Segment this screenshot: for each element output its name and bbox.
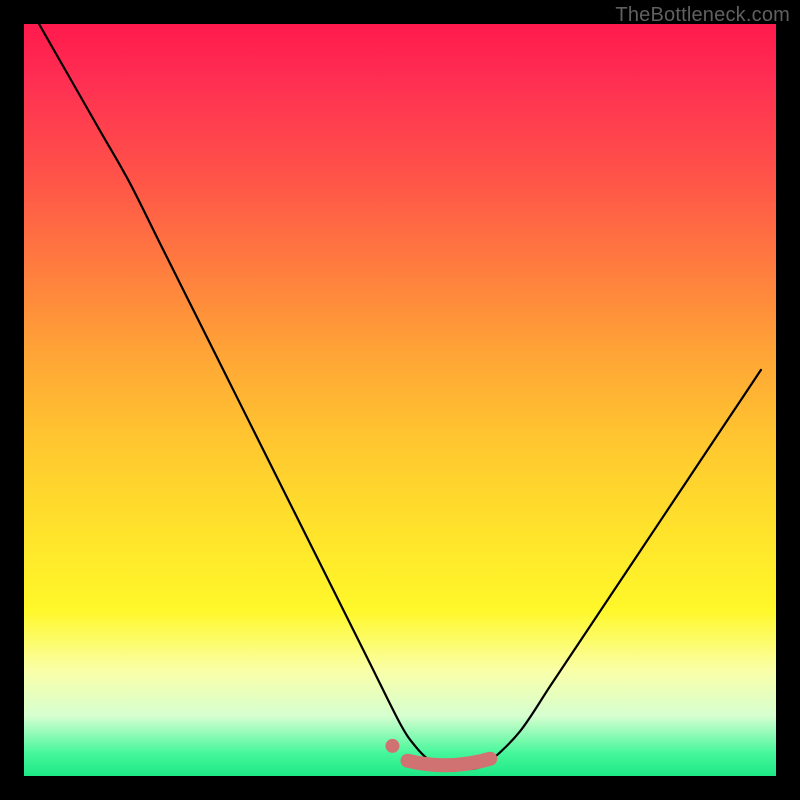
marker-dot xyxy=(385,739,399,753)
bottleneck-curve xyxy=(39,24,761,769)
chart-frame: TheBottleneck.com xyxy=(0,0,800,800)
plot-area xyxy=(24,24,776,776)
trough-marker xyxy=(408,759,491,766)
curve-layer xyxy=(24,24,776,776)
